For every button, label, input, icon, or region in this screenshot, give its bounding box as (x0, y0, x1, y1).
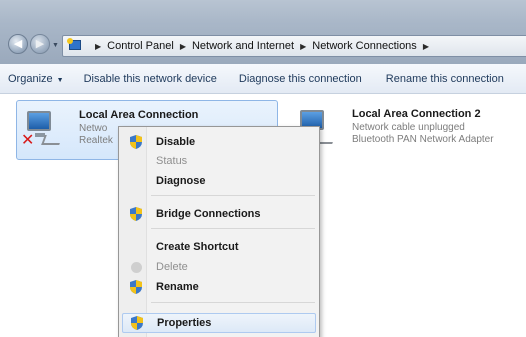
connection-name: Local Area Connection 2 (352, 108, 481, 120)
menu-label: Rename (156, 281, 199, 293)
uac-shield-disabled-icon (131, 261, 142, 273)
title-bar: ◀ ▶ ▼ ▶ Control Panel ▶ Network and Inte… (0, 0, 526, 64)
context-menu: Disable Status Diagnose Bridge Connectio… (118, 126, 320, 337)
connection-adapter: Bluetooth PAN Network Adapter (352, 134, 494, 145)
menu-item-delete[interactable]: Delete (122, 257, 316, 277)
menu-item-create-shortcut[interactable]: Create Shortcut (122, 237, 316, 257)
organize-button[interactable]: Organize ▼ (8, 73, 64, 85)
breadcrumb-network-connections[interactable]: Network Connections (312, 40, 417, 52)
menu-separator (151, 195, 315, 196)
command-bar: Organize ▼ Disable this network device Di… (0, 64, 526, 94)
connection-adapter: Realtek (79, 135, 113, 146)
disable-device-button[interactable]: Disable this network device (84, 73, 217, 85)
menu-item-properties[interactable]: Properties (122, 313, 316, 333)
disconnected-x-icon: ✕ (21, 132, 35, 149)
connection-status: Network cable unplugged (352, 122, 465, 133)
back-arrow-icon: ◀ (13, 38, 23, 50)
menu-item-status[interactable]: Status (122, 151, 316, 171)
menu-label: Diagnose (156, 175, 206, 187)
network-adapter-icon: ✕ (21, 109, 63, 149)
diagnose-connection-button[interactable]: Diagnose this connection (239, 73, 362, 85)
breadcrumb-chevron-icon[interactable]: ▶ (423, 42, 429, 51)
menu-separator (151, 228, 315, 229)
forward-button[interactable]: ▶ (30, 34, 50, 54)
breadcrumb-chevron-icon[interactable]: ▶ (300, 42, 306, 51)
uac-shield-icon (131, 316, 143, 330)
breadcrumb-control-panel[interactable]: Control Panel (107, 40, 174, 52)
breadcrumb-network-and-internet[interactable]: Network and Internet (192, 40, 294, 52)
breadcrumb-chevron-icon[interactable]: ▶ (95, 42, 101, 51)
rename-connection-button[interactable]: Rename this connection (386, 73, 504, 85)
connection-item-local-area-2[interactable]: Local Area Connection 2 Network cable un… (290, 100, 526, 160)
connection-status: Netwo (79, 123, 108, 134)
back-button[interactable]: ◀ (8, 34, 28, 54)
menu-label: Delete (156, 261, 188, 273)
chevron-down-icon: ▼ (56, 76, 64, 84)
menu-item-rename[interactable]: Rename (122, 277, 316, 297)
menu-item-bridge-connections[interactable]: Bridge Connections (122, 204, 316, 224)
menu-label: Status (156, 155, 188, 167)
network-connections-icon (67, 38, 85, 54)
organize-label: Organize (8, 72, 53, 85)
forward-arrow-icon: ▶ (35, 38, 45, 50)
menu-item-diagnose[interactable]: Diagnose (122, 171, 316, 191)
menu-label: Bridge Connections (156, 208, 261, 220)
uac-shield-icon (130, 207, 142, 221)
recent-pages-dropdown-icon[interactable]: ▼ (52, 42, 60, 50)
address-bar[interactable]: ▶ Control Panel ▶ Network and Internet ▶… (62, 35, 526, 57)
uac-shield-icon (130, 135, 142, 149)
menu-label: Disable (156, 136, 196, 148)
menu-label: Create Shortcut (156, 241, 239, 253)
menu-item-disable[interactable]: Disable (122, 132, 316, 152)
menu-label: Properties (157, 317, 212, 329)
breadcrumb-chevron-icon[interactable]: ▶ (180, 42, 186, 51)
uac-shield-icon (130, 280, 142, 294)
connection-name: Local Area Connection (79, 109, 199, 121)
menu-separator (151, 302, 315, 303)
